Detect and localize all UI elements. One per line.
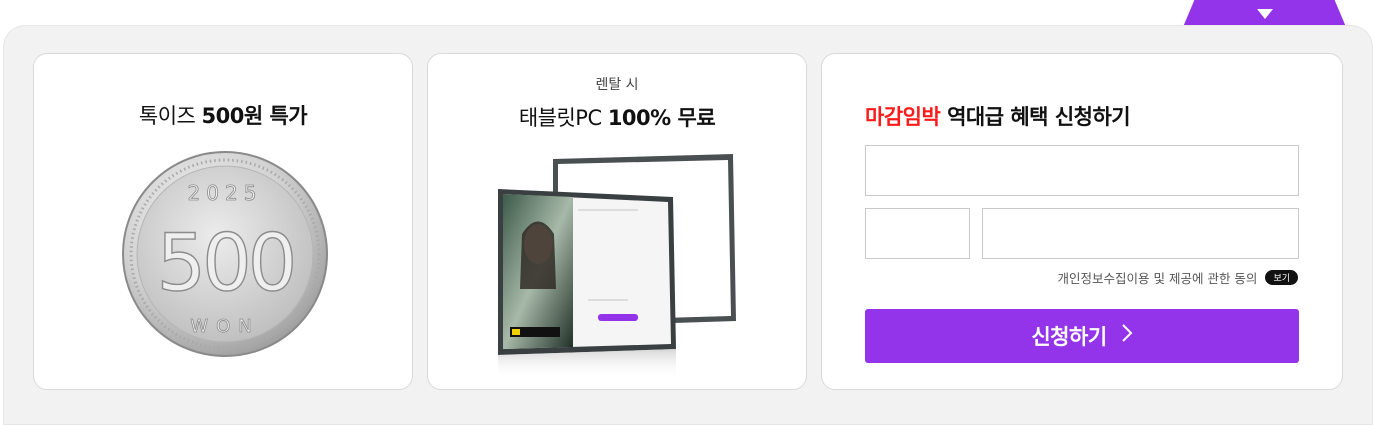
- privacy-consent: 개인정보수집이용 및 제공에 관한 동의 보기: [1058, 268, 1298, 287]
- coin-offer-title-bold: 500원 특가: [201, 104, 308, 128]
- caret-down-icon: [1256, 8, 1273, 19]
- coin-unit-text: WON: [190, 316, 259, 337]
- name-input[interactable]: [865, 145, 1299, 196]
- coin-image: 2025 500 WON: [120, 149, 330, 359]
- phone-number-input[interactable]: [982, 208, 1299, 259]
- submit-button[interactable]: 신청하기: [865, 309, 1299, 363]
- privacy-consent-label: 개인정보수집이용 및 제공에 관한 동의: [1057, 271, 1258, 286]
- privacy-view-button[interactable]: 보기: [1265, 270, 1298, 285]
- tablet-offer-title-bold: 100% 무료: [607, 106, 716, 130]
- submit-label: 신청하기: [1031, 325, 1107, 349]
- form-title-text: 역대급 혜택 신청하기: [940, 105, 1131, 129]
- application-form-card: 마감임박 역대급 혜택 신청하기 개인정보수집이용 및 제공에 관한 동의 보기…: [821, 53, 1343, 390]
- coin-offer-title-prefix: 톡이즈: [138, 104, 202, 128]
- tablet-offer-card: 렌탈 시 태블릿PC 100% 무료: [427, 53, 807, 390]
- coin-value-text: 500: [157, 219, 294, 309]
- form-title-urgent: 마감임박: [865, 105, 941, 129]
- phone-prefix-input[interactable]: [865, 208, 970, 259]
- collapse-toggle-button[interactable]: [1183, 0, 1346, 27]
- coin-offer-card: 톡이즈 500원 특가 2025 500 WON: [33, 53, 413, 390]
- chevron-right-icon: [1121, 323, 1133, 349]
- form-title: 마감임박 역대급 혜택 신청하기: [865, 101, 1131, 131]
- tablet-image: [488, 149, 758, 379]
- tablet-offer-subtitle: 렌탈 시: [595, 77, 639, 93]
- coin-year-text: 2025: [188, 181, 263, 205]
- coin-offer-title: 톡이즈 500원 특가: [34, 100, 412, 130]
- tablet-offer-title-prefix: 태블릿PC: [518, 106, 608, 130]
- tablet-offer-title: 태블릿PC 100% 무료: [428, 102, 806, 132]
